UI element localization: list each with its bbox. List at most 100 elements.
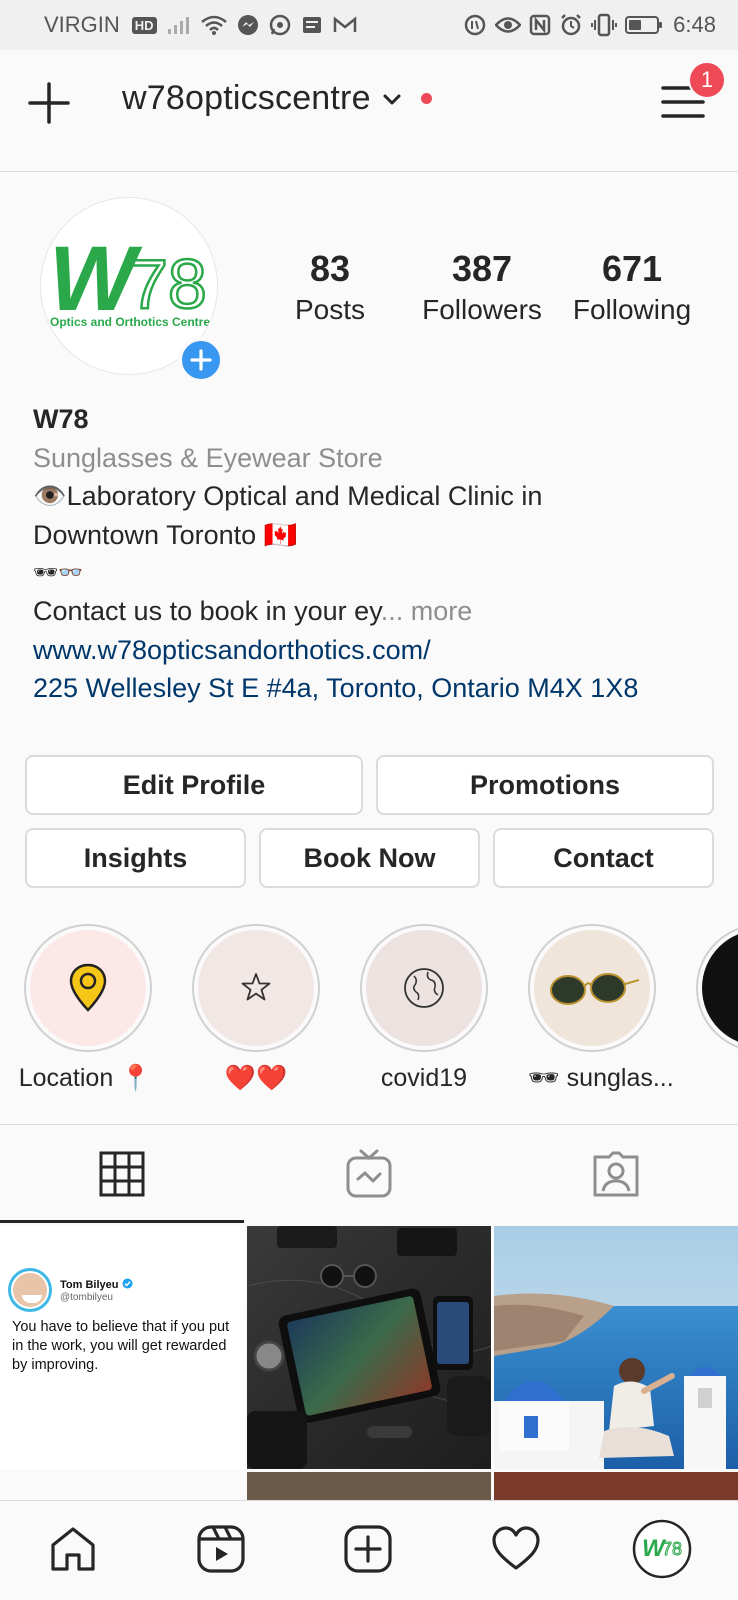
bottom-navigation: W 78 — [0, 1500, 738, 1600]
plus-icon — [190, 349, 212, 371]
post-partial-2[interactable] — [494, 1472, 738, 1500]
svg-text:78: 78 — [129, 245, 207, 323]
clock-time: 6:48 — [673, 12, 716, 37]
home-icon — [51, 1527, 95, 1571]
post-santorini[interactable] — [494, 1226, 738, 1469]
profile-name: W78 — [33, 404, 89, 434]
tweet-handle: @tombilyeu — [60, 1292, 113, 1303]
star-icon — [241, 973, 271, 1001]
data-saver-icon — [463, 13, 487, 37]
account-switcher[interactable]: w78opticscentre — [122, 79, 432, 118]
new-post-plus-button[interactable] — [26, 80, 72, 126]
tweet-author: Tom Bilyeu — [60, 1279, 119, 1291]
location-pin-icon — [69, 963, 107, 1012]
carrier-name: VIRGIN — [44, 12, 120, 37]
vibrate-icon — [591, 13, 618, 37]
sunglasses-icon — [550, 973, 640, 1005]
unread-dot — [420, 93, 432, 104]
following-count: 671 — [601, 248, 663, 289]
profile-header: w78opticscentre 1 — [0, 50, 738, 172]
book-now-button[interactable]: Book Now — [259, 828, 480, 888]
bio-line: 🕶👓 — [33, 562, 84, 584]
stat-following[interactable]: 671 Following — [564, 248, 700, 326]
posts-count: 83 — [309, 248, 351, 289]
tab-igtv[interactable] — [244, 1126, 494, 1222]
eye-comfort-icon — [495, 16, 522, 34]
followers-count: 387 — [451, 248, 513, 289]
bio-more-link[interactable]: ... more — [381, 596, 473, 626]
highlight-ring — [24, 924, 152, 1052]
post-partial-1[interactable] — [247, 1472, 491, 1500]
add-story-button[interactable] — [178, 337, 224, 383]
plus-icon — [28, 82, 70, 124]
highlight-label: ❤️❤️ — [224, 1064, 288, 1092]
active-tab-indicator — [0, 1220, 244, 1223]
highlight-partial[interactable] — [696, 924, 738, 1052]
post-tweet-quote[interactable]: Tom Bilyeu @tombilyeu You have to believ… — [0, 1226, 245, 1469]
hd-badge: HD — [131, 16, 157, 34]
highlight-cover — [30, 930, 146, 1046]
promotions-button[interactable]: Promotions — [376, 755, 714, 815]
highlight-sunglasses[interactable]: 🕶 sunglas... — [528, 924, 674, 1093]
bio-line: Downtown Toronto 🇨🇦 — [33, 519, 298, 550]
profile-category: Sunglasses & Eyewear Store — [33, 442, 383, 473]
verified-icon — [122, 1278, 133, 1289]
posts-label: Posts — [294, 294, 366, 325]
highlight-ring — [360, 924, 488, 1052]
profile-stats: 83 Posts 387 Followers 671 Following — [280, 248, 700, 326]
nav-new-post[interactable] — [338, 1519, 398, 1579]
username-title: w78opticscentre — [122, 79, 371, 117]
tabs-divider — [0, 1124, 738, 1125]
nav-activity[interactable] — [486, 1519, 546, 1579]
chevron-down-icon — [383, 94, 401, 104]
battery-icon — [625, 16, 663, 34]
message-icon — [301, 15, 323, 35]
tweet-author-avatar — [8, 1268, 52, 1312]
highlight-label: Location 📍 — [18, 1064, 152, 1092]
flatlay-photo — [247, 1226, 491, 1469]
grid-icon — [99, 1151, 145, 1197]
signal-icon — [167, 15, 191, 35]
santorini-photo — [494, 1226, 738, 1469]
globe-icon — [404, 968, 444, 1008]
address-link[interactable]: 225 Wellesley St E #4a, Toronto, Ontario… — [33, 669, 723, 708]
following-label: Following — [572, 294, 692, 325]
gmail-icon — [333, 16, 357, 34]
tagged-user-icon — [593, 1151, 639, 1197]
contact-button[interactable]: Contact — [493, 828, 714, 888]
igtv-icon — [346, 1149, 392, 1198]
svg-text:78: 78 — [662, 1539, 682, 1559]
website-link[interactable]: www.w78opticsandorthotics.com/ — [33, 631, 723, 670]
highlight-hearts[interactable]: ❤️❤️ — [192, 924, 320, 1093]
highlight-covid19[interactable]: covid19 — [360, 924, 488, 1093]
highlight-label: covid19 — [380, 1064, 468, 1092]
highlight-cover — [198, 930, 314, 1046]
highlight-cover — [534, 930, 650, 1046]
battery-level — [629, 20, 642, 30]
nav-profile[interactable]: W 78 — [632, 1519, 692, 1579]
followers-label: Followers — [422, 294, 542, 325]
new-post-icon — [344, 1525, 392, 1573]
tweet-author-name: Tom Bilyeu — [60, 1278, 133, 1291]
nav-reels[interactable] — [191, 1519, 251, 1579]
tab-posts-grid[interactable] — [0, 1126, 244, 1222]
edit-profile-button[interactable]: Edit Profile — [25, 755, 363, 815]
alarm-icon — [559, 13, 583, 37]
stat-posts[interactable]: 83 Posts — [280, 248, 380, 326]
insights-button[interactable]: Insights — [25, 828, 246, 888]
activity-heart-icon — [492, 1526, 540, 1570]
nfc-icon — [529, 14, 551, 36]
bio-truncated-text: Contact us to book in your ey — [33, 596, 381, 626]
stat-followers[interactable]: 387 Followers — [412, 248, 552, 326]
highlight-location[interactable]: Location 📍 — [19, 924, 152, 1093]
nav-home[interactable] — [43, 1519, 103, 1579]
post-flatlay-gadgets[interactable] — [247, 1226, 491, 1469]
wifi-icon — [200, 15, 227, 35]
status-bar: VIRGIN HD 6:48 — [0, 0, 738, 50]
whatsapp-icon — [269, 14, 291, 36]
svg-text:Optics and Orthotics Centre: Optics and Orthotics Centre — [50, 315, 210, 329]
messenger-icon — [237, 14, 259, 36]
tab-tagged[interactable] — [494, 1126, 738, 1222]
profile-bio: W78 Sunglasses & Eyewear Store 👁️Laborat… — [33, 400, 723, 708]
tweet-text: You have to believe that if you put in t… — [12, 1319, 230, 1373]
